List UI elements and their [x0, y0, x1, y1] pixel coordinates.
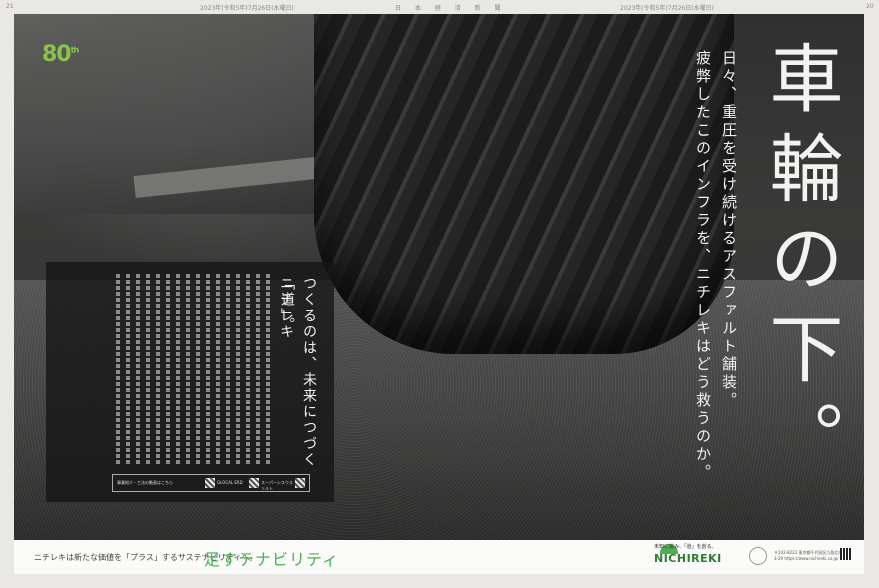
body-copy-line	[156, 274, 160, 464]
subcopy-line-2: 疲弊したこのインフラを、ニチレキはどう救うのか。	[694, 50, 712, 482]
body-copy-line	[236, 274, 240, 464]
anniversary-logo: 80th	[42, 42, 79, 67]
subcopy-line-1: 日々、重圧を受け続けるアスファルト舗装。	[720, 50, 738, 410]
page-number-left: 21	[6, 3, 14, 10]
body-copy-line	[116, 274, 120, 464]
body-copy-line	[126, 274, 130, 464]
body-copy-line	[226, 274, 230, 464]
body-text-panel: つくるのは、未来につづく「道」。 ニチレキ 事業紹介・工法の動画はこちら GLO…	[46, 262, 334, 502]
company-address: 〒102-8222 東京都千代田区九段北4-3-29 https://www.n…	[774, 550, 843, 561]
company-logo[interactable]: NICHIREKI	[654, 552, 722, 565]
qr-code-icon[interactable]	[840, 548, 852, 560]
ad-footer: ニチレキは新たな価値を「プラス」するサステナビリティへ。 足すテナビリティ 未知…	[14, 540, 864, 574]
company-tagline: 未知に挑み、「道」を創る。	[654, 544, 717, 550]
sustainability-brand: 足すテナビリティ	[204, 550, 340, 569]
qr-code-strip: 事業紹介・工法の動画はこちら GLOCAL ERD スーパーシスウス アスファル…	[112, 474, 310, 492]
newspaper-header: 21 2023年(令和5年)7月26日(水曜日) 日 本 経 済 新 聞 202…	[0, 0, 879, 14]
body-copy-line	[166, 274, 170, 464]
body-copy-line	[266, 274, 270, 464]
headline: 車輪の下。	[757, 40, 843, 490]
paper-name: 日 本 経 済 新 聞	[395, 5, 507, 12]
qr-label-glocal: GLOCAL ERD	[217, 480, 243, 485]
body-copy-line	[246, 274, 250, 464]
body-copy-line	[146, 274, 150, 464]
body-copy-line	[176, 274, 180, 464]
body-copy-line	[206, 274, 210, 464]
body-copy-line	[136, 274, 140, 464]
body-copy-line	[256, 274, 260, 464]
panel-company-name: ニチレキ	[278, 276, 294, 340]
body-copy-line	[216, 274, 220, 464]
date-left: 2023年(令和5年)7月26日(水曜日)	[200, 5, 294, 12]
body-copy-columns	[116, 274, 270, 474]
body-copy-line	[196, 274, 200, 464]
body-copy-line	[186, 274, 190, 464]
date-right: 2023年(令和5年)7月26日(水曜日)	[620, 5, 714, 12]
certification-seal-icon	[749, 547, 767, 565]
qr-code-icon[interactable]	[205, 478, 215, 488]
anniversary-suffix: th	[70, 45, 79, 55]
anniversary-number: 80	[42, 42, 72, 67]
tire-image	[314, 14, 734, 354]
qr-label-video: 事業紹介・工法の動画はこちら	[117, 480, 173, 485]
page-number-right: 20	[866, 3, 874, 10]
qr-code-icon[interactable]	[249, 478, 259, 488]
qr-code-icon[interactable]	[295, 478, 305, 488]
